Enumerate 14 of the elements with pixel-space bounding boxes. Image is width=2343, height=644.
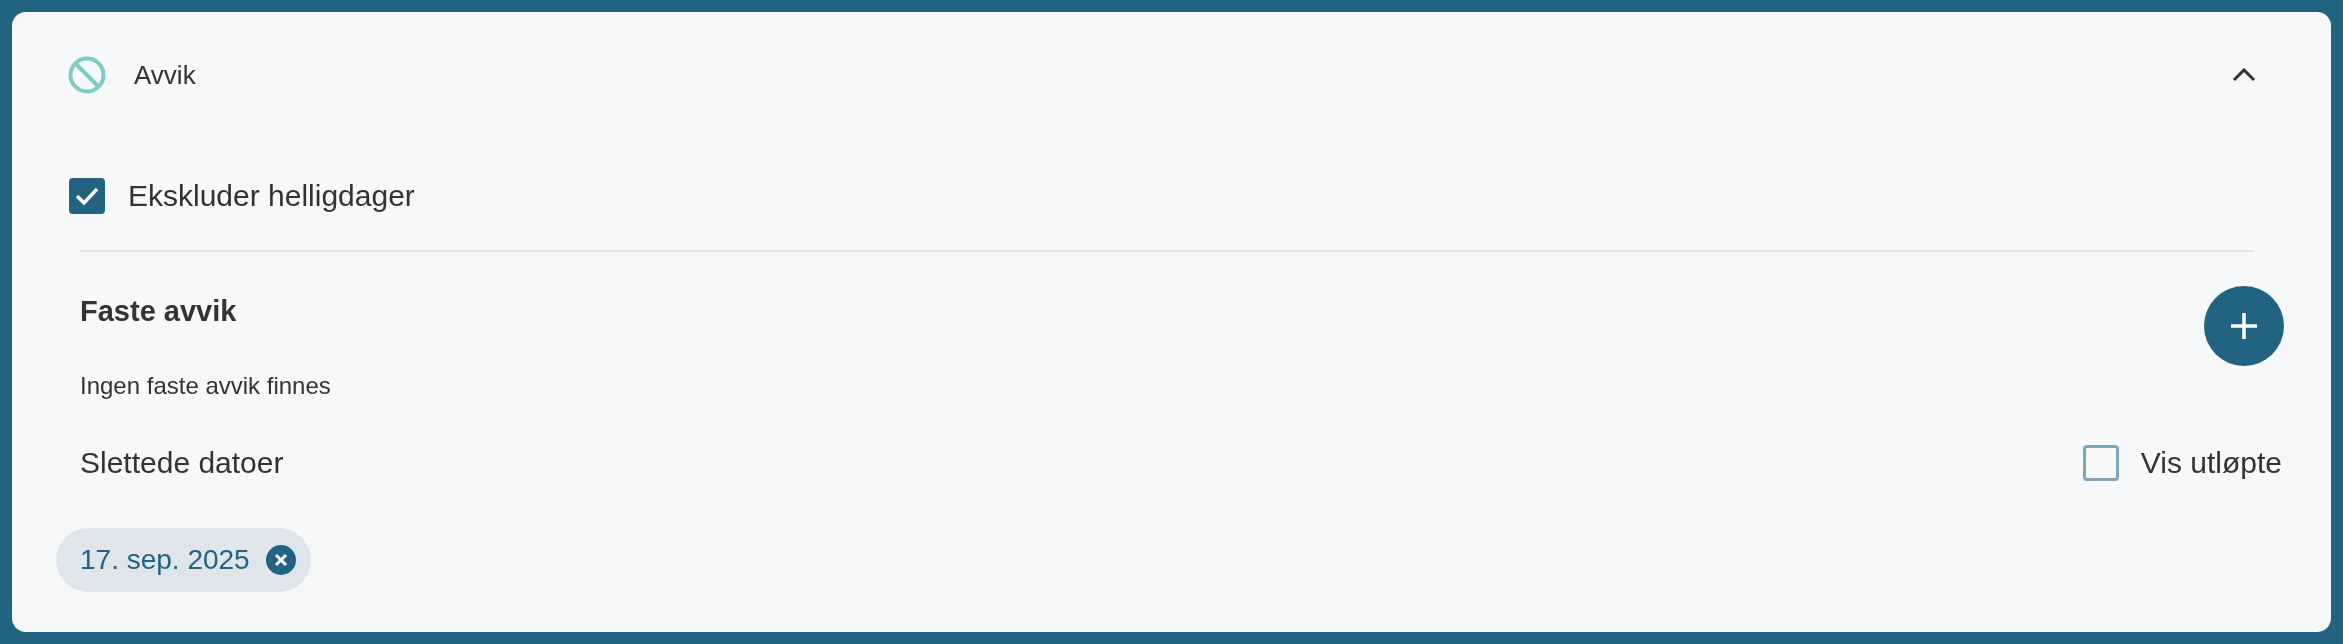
ban-icon	[68, 56, 106, 94]
chevron-icon[interactable]	[2232, 68, 2256, 82]
plus-icon	[2229, 311, 2259, 341]
section-title: Avvik	[134, 59, 197, 91]
empty-message: Ingen faste avvik finnes	[80, 372, 331, 400]
checkbox[interactable]	[2082, 445, 2119, 481]
check-icon	[74, 185, 100, 207]
remove-icon[interactable]	[265, 545, 296, 575]
section-heading: Faste avvik	[80, 295, 238, 328]
checkbox[interactable]	[69, 178, 105, 214]
section-heading: Slettede datoer	[80, 446, 284, 480]
checkbox-label: Vis utløpte	[2140, 446, 2282, 480]
checkbox-label: Ekskluder helligdager	[128, 179, 415, 213]
date-label: 17. sep. 2025	[80, 544, 250, 576]
